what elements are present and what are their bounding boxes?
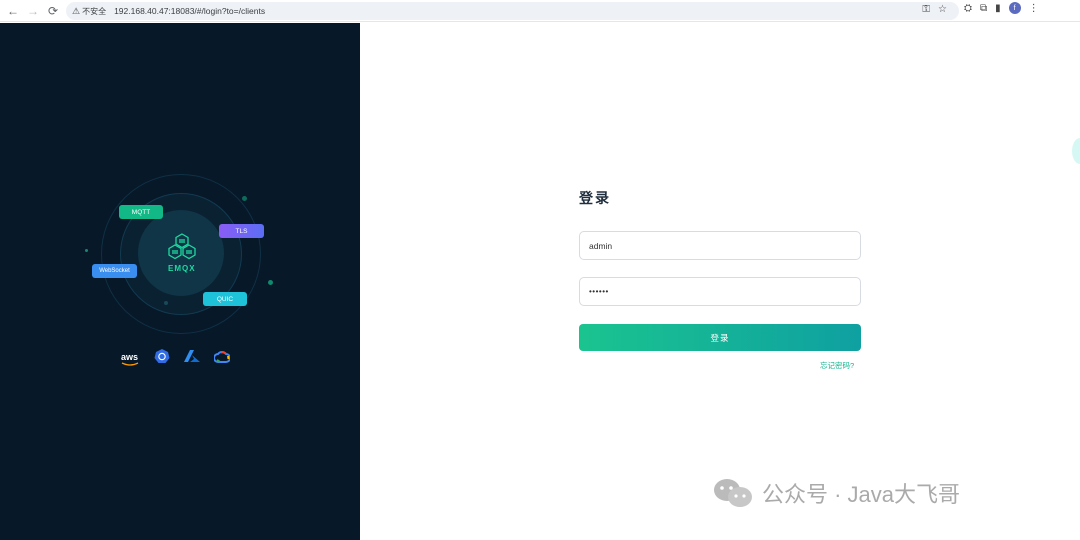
address-bar[interactable]: ⚠ 不安全 192.168.40.47:18083/#/login?to=/cl… <box>66 2 959 20</box>
url-text: 192.168.40.47:18083/#/login?to=/clients <box>114 6 266 16</box>
orbit-dot <box>85 249 88 252</box>
back-icon[interactable]: ← <box>3 1 23 21</box>
wechat-icon <box>712 477 754 509</box>
watermark: 公众号 · Java大飞哥 <box>712 477 960 509</box>
orbit-dot <box>164 301 168 305</box>
emqx-logo <box>166 232 198 262</box>
forgot-password-link[interactable]: 忘记密码? <box>820 360 854 371</box>
bookmark-star-icon[interactable]: ☆ <box>938 4 947 15</box>
security-label: 不安全 <box>82 6 107 16</box>
login-title: 登录 <box>579 190 611 206</box>
emqx-wordmark: EMQX <box>168 264 196 273</box>
browser-toolbar: ← → ⟳ ⚠ 不安全 192.168.40.47:18083/#/login?… <box>0 0 1080 22</box>
username-field[interactable] <box>579 231 861 260</box>
aws-icon: aws <box>120 352 140 366</box>
cloud-brands: aws <box>120 348 231 369</box>
password-key-icon[interactable]: ⚿ <box>922 4 930 15</box>
google-cloud-icon <box>213 350 231 368</box>
warning-icon: ⚠ <box>72 5 81 16</box>
password-field[interactable]: •••••• <box>579 277 861 306</box>
tag-mqtt: MQTT <box>119 205 163 219</box>
edge-decoration <box>1072 138 1080 164</box>
username-input[interactable] <box>589 240 851 251</box>
profile-avatar[interactable]: f <box>1008 2 1021 14</box>
extension-icon[interactable]: ⛭ <box>964 3 972 14</box>
menu-kebab-icon[interactable]: ⋮ <box>1029 3 1039 14</box>
forward-icon[interactable]: → <box>23 1 43 21</box>
kubernetes-icon <box>154 348 170 369</box>
sidepanel-icon[interactable]: ▮ <box>995 3 1001 14</box>
orbit-dot <box>268 280 273 285</box>
reload-icon[interactable]: ⟳ <box>43 1 63 21</box>
password-input[interactable]: •••••• <box>589 287 609 296</box>
tag-quic: QUIC <box>203 292 247 306</box>
azure-icon <box>184 349 200 368</box>
orbit-dot <box>242 196 247 201</box>
watermark-text: 公众号 · Java大飞哥 <box>762 482 961 507</box>
login-panel: 登录 •••••• 登录 忘记密码? <box>360 23 1080 540</box>
login-button[interactable]: 登录 <box>579 324 861 351</box>
puzzle-extensions-icon[interactable]: ⧉ <box>980 3 987 14</box>
security-indicator[interactable]: ⚠ 不安全 <box>72 6 106 17</box>
tag-websocket: WebSocket <box>92 264 137 278</box>
tag-tls: TLS <box>219 224 264 238</box>
hero-panel: EMQX MQTT TLS WebSocket QUIC aws <box>0 23 360 540</box>
